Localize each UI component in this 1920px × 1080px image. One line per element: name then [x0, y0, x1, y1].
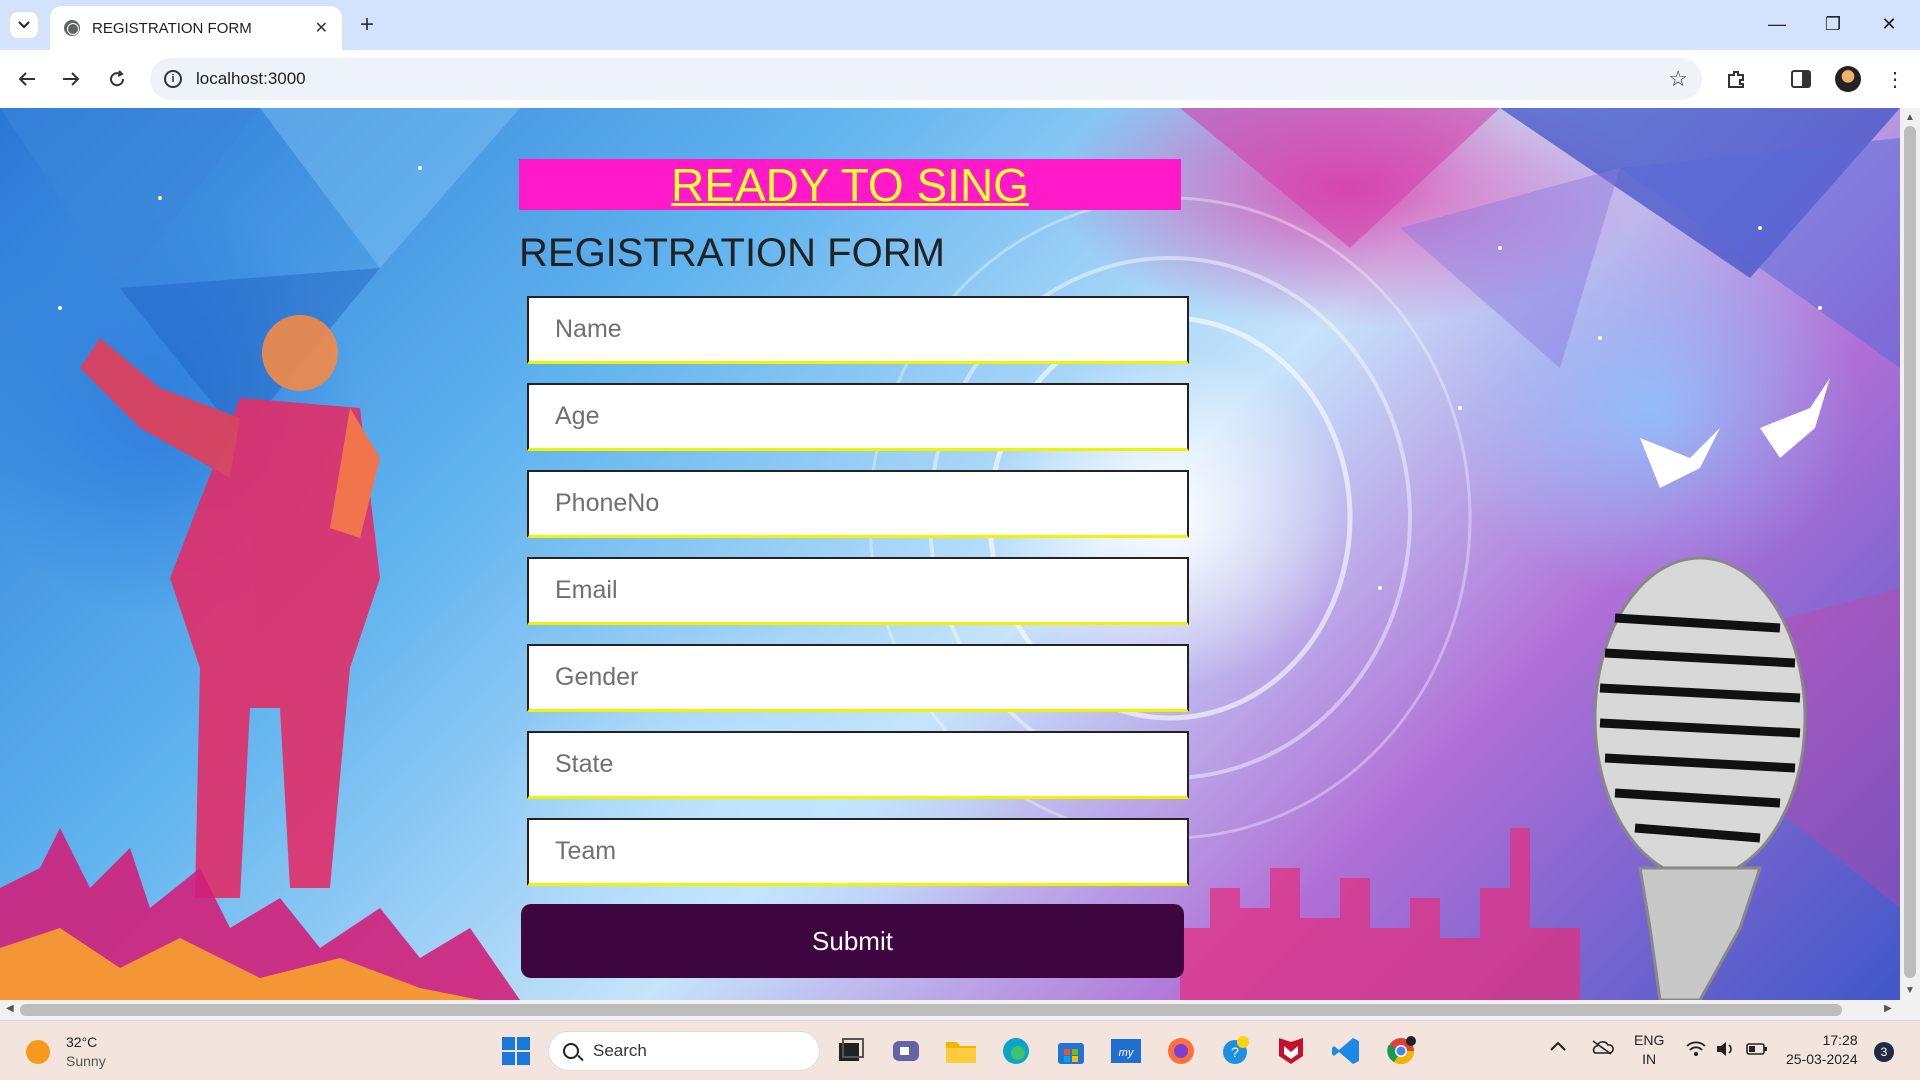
clock[interactable]: 17:28 25-03-2024: [1786, 1031, 1858, 1069]
name-input[interactable]: [555, 298, 1187, 361]
clock-date: 25-03-2024: [1786, 1051, 1858, 1067]
phone-field[interactable]: [527, 470, 1189, 538]
vertical-scroll-thumb[interactable]: [1904, 126, 1916, 978]
scroll-right-icon[interactable]: ▶: [1884, 1003, 1892, 1014]
svg-text:my: my: [1119, 1047, 1135, 1059]
taskbar-search[interactable]: Search: [548, 1031, 820, 1071]
ready-to-sing-banner: READY TO SING: [519, 158, 1181, 212]
svg-text:?: ?: [1231, 1044, 1239, 1060]
vertical-scrollbar[interactable]: ▲ ▼: [1900, 108, 1920, 1000]
chevron-down-icon: [18, 21, 30, 29]
vscode-icon[interactable]: [1326, 1031, 1366, 1071]
weather-temp: 32°C: [66, 1034, 98, 1050]
banner-text[interactable]: READY TO SING: [671, 158, 1029, 212]
clock-time: 17:28: [1822, 1032, 1858, 1048]
horizontal-scroll-thumb[interactable]: [20, 1004, 1842, 1016]
sun-icon: [26, 1040, 50, 1064]
arrow-right-icon: [63, 72, 80, 86]
search-label: Search: [593, 1041, 647, 1060]
browser-tab[interactable]: REGISTRATION FORM ✕: [50, 6, 342, 50]
language-label: ENG: [1634, 1032, 1665, 1048]
restore-button[interactable]: ❐: [1810, 8, 1856, 40]
forward-button[interactable]: [54, 62, 88, 96]
browser-toolbar: i localhost:3000 ☆ ⋮: [0, 50, 1920, 108]
tab-search-button[interactable]: [10, 12, 38, 38]
minimize-button[interactable]: —: [1754, 8, 1800, 40]
form-title: REGISTRATION FORM: [519, 231, 945, 275]
mcafee-icon[interactable]: [1271, 1031, 1311, 1071]
battery-icon[interactable]: [1746, 1042, 1768, 1061]
side-panel-icon[interactable]: [1786, 64, 1816, 94]
wifi-icon[interactable]: [1686, 1041, 1706, 1062]
state-input[interactable]: [555, 733, 1187, 796]
age-input[interactable]: [555, 385, 1187, 448]
gender-input[interactable]: [555, 646, 1187, 709]
tab-title: REGISTRATION FORM: [92, 19, 252, 37]
globe-icon: [64, 20, 80, 36]
help-icon[interactable]: ?: [1216, 1031, 1256, 1071]
task-view-icon[interactable]: [831, 1031, 871, 1071]
horizontal-scrollbar[interactable]: ◀ ▶: [0, 1000, 1920, 1020]
show-hidden-icons[interactable]: [1550, 1037, 1566, 1056]
weather-widget[interactable]: 32°C Sunny: [26, 1033, 106, 1071]
file-explorer-icon[interactable]: [941, 1031, 981, 1071]
browser-tab-bar: REGISTRATION FORM ✕ + — ❐ ✕: [0, 0, 1920, 50]
gender-field[interactable]: [527, 644, 1189, 712]
submit-button[interactable]: Submit: [521, 904, 1184, 978]
scroll-down-icon[interactable]: ▼: [1905, 985, 1915, 996]
store-icon[interactable]: [1051, 1031, 1091, 1071]
scroll-left-icon[interactable]: ◀: [6, 1003, 14, 1014]
onedrive-icon[interactable]: [1590, 1039, 1614, 1060]
site-info-icon[interactable]: i: [164, 70, 182, 88]
volume-icon[interactable]: [1716, 1041, 1736, 1062]
new-tab-button[interactable]: +: [352, 10, 382, 40]
chrome-icon[interactable]: [1381, 1031, 1421, 1071]
email-field[interactable]: [527, 557, 1189, 625]
address-bar[interactable]: i localhost:3000 ☆: [150, 58, 1702, 100]
teams-icon[interactable]: [886, 1031, 926, 1071]
microphone-illustration: [1593, 556, 1807, 1000]
tab-close-icon[interactable]: ✕: [315, 18, 328, 38]
age-field[interactable]: [527, 383, 1189, 451]
page-viewport: READY TO SING REGISTRATION FORM Submit: [0, 108, 1900, 1000]
firefox-icon[interactable]: [1161, 1031, 1201, 1071]
state-field[interactable]: [527, 731, 1189, 799]
profile-avatar[interactable]: [1835, 66, 1861, 92]
phone-input[interactable]: [555, 472, 1187, 535]
more-menu-icon[interactable]: ⋮: [1880, 64, 1910, 94]
email-input[interactable]: [555, 559, 1187, 622]
extensions-icon[interactable]: [1721, 64, 1751, 94]
team-field[interactable]: [527, 818, 1189, 886]
name-field[interactable]: [527, 296, 1189, 364]
edge-icon[interactable]: [996, 1031, 1036, 1071]
close-window-button[interactable]: ✕: [1866, 8, 1912, 40]
windows-taskbar: 32°C Sunny Search my ? ENG IN 17:28 25-0…: [0, 1020, 1920, 1080]
reload-icon: [110, 70, 125, 87]
reload-button[interactable]: [100, 62, 134, 96]
team-input[interactable]: [555, 820, 1187, 883]
weather-desc: Sunny: [66, 1053, 106, 1069]
back-button[interactable]: [10, 62, 44, 96]
arrow-left-icon: [18, 72, 35, 86]
scroll-up-icon[interactable]: ▲: [1905, 112, 1915, 123]
region-label: IN: [1642, 1051, 1657, 1067]
language-indicator[interactable]: ENG IN: [1634, 1031, 1664, 1069]
hp-icon[interactable]: my: [1106, 1031, 1146, 1071]
bookmark-star-icon[interactable]: ☆: [1668, 66, 1688, 92]
search-icon: [563, 1043, 579, 1059]
url-text: localhost:3000: [196, 69, 306, 88]
notification-badge[interactable]: 3: [1874, 1042, 1894, 1062]
windows-start-icon[interactable]: [496, 1031, 536, 1071]
